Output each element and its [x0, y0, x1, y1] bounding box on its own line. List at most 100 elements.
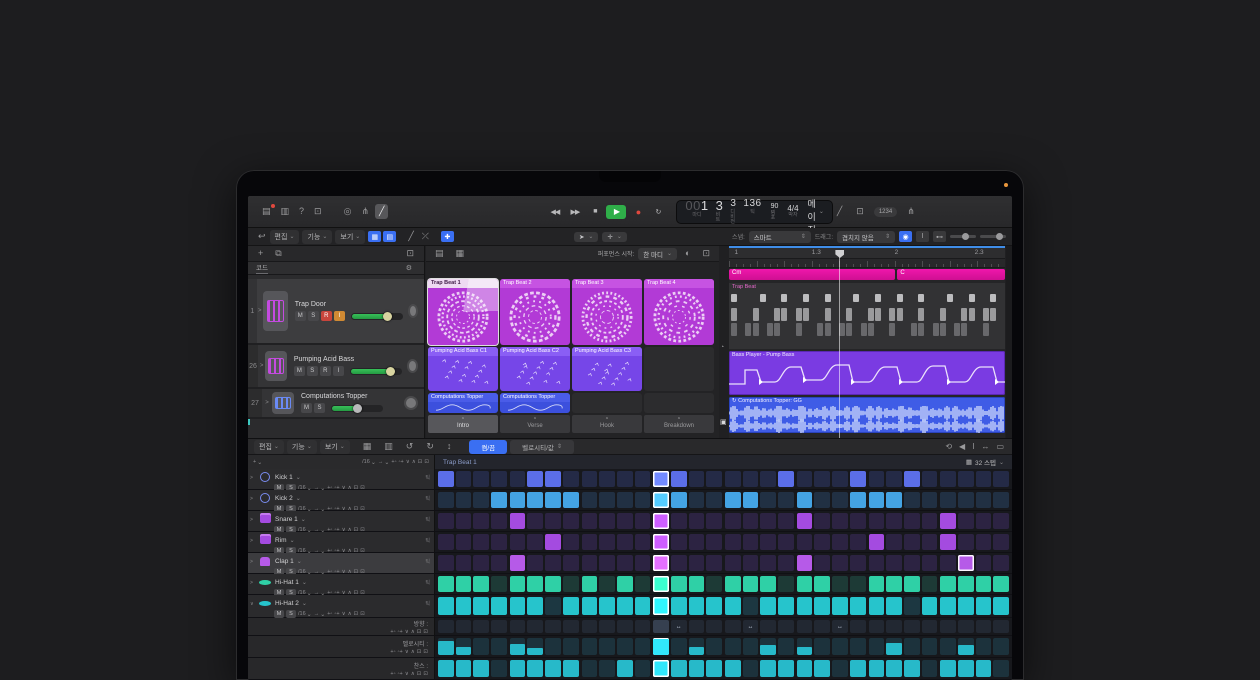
- step-cell[interactable]: [706, 555, 722, 571]
- step-cell[interactable]: [743, 471, 759, 487]
- step-cell[interactable]: [582, 620, 598, 633]
- chord-region-c[interactable]: C: [897, 269, 1005, 280]
- step-cell[interactable]: [653, 660, 669, 677]
- step-cell[interactable]: [689, 597, 705, 615]
- step-cell[interactable]: [510, 471, 526, 487]
- step-cell[interactable]: [491, 620, 507, 633]
- step-cell[interactable]: [922, 576, 938, 592]
- decrement-button[interactable]: ∨: [406, 459, 410, 466]
- step-cell[interactable]: [958, 597, 974, 615]
- chord-region-cm[interactable]: Cm: [729, 269, 895, 280]
- empty-cell[interactable]: [644, 393, 714, 413]
- grid-divide-icon[interactable]: ▦: [452, 246, 469, 261]
- step-cell[interactable]: [976, 555, 992, 571]
- marquee-button[interactable]: ⊷: [933, 231, 946, 242]
- step-cell[interactable]: [797, 638, 813, 655]
- step-cell[interactable]: [527, 620, 543, 633]
- pattern-browser-icon[interactable]: ▦: [359, 439, 376, 454]
- tuning-fork-icon[interactable]: ⋔: [903, 204, 919, 219]
- step-cell[interactable]: [545, 555, 561, 571]
- step-cell[interactable]: [760, 513, 776, 529]
- count-badge[interactable]: 1234: [874, 207, 897, 217]
- step-cell[interactable]: [904, 534, 920, 550]
- step-cell[interactable]: [958, 513, 974, 529]
- step-cell[interactable]: [814, 660, 830, 677]
- step-cell[interactable]: [814, 555, 830, 571]
- disclosure-icon[interactable]: >: [250, 475, 253, 481]
- step-cell[interactable]: [743, 492, 759, 508]
- step-cell[interactable]: [582, 513, 598, 529]
- rotate-left-button[interactable]: +◦: [390, 671, 395, 677]
- toolbar-display-icon[interactable]: ⊡: [310, 204, 326, 219]
- rotate-right-button[interactable]: ◦+: [398, 629, 403, 635]
- region-pump-bass[interactable]: Bass Player - Pump Bass: [729, 351, 1005, 395]
- step-cell[interactable]: [940, 471, 956, 487]
- row-header[interactable]: >Hi-Hat 1⌄틱MS/16⌄→⌄+◦◦+∨∧⊡⊡: [248, 574, 435, 594]
- row-settings-icon[interactable]: ⊡: [417, 649, 422, 655]
- step-cell[interactable]: [922, 638, 938, 655]
- step-cell[interactable]: [993, 660, 1009, 677]
- step-cell[interactable]: [706, 576, 722, 592]
- add-track-button[interactable]: +: [254, 246, 267, 261]
- step-cell[interactable]: [922, 555, 938, 571]
- step-cell[interactable]: [850, 513, 866, 529]
- disclosure-icon[interactable]: ∨: [250, 601, 254, 607]
- step-cell[interactable]: [922, 534, 938, 550]
- right-scroll-strip[interactable]: [1006, 246, 1012, 438]
- disclosure-icon[interactable]: >: [250, 559, 253, 565]
- scene-trigger-hook[interactable]: ⌃Hook: [572, 415, 642, 433]
- step-cell[interactable]: [599, 471, 615, 487]
- step-cell[interactable]: [814, 492, 830, 508]
- increment-button[interactable]: ∧: [411, 629, 415, 635]
- step-cell[interactable]: [778, 555, 794, 571]
- step-cell[interactable]: [725, 513, 741, 529]
- step-cell[interactable]: [904, 513, 920, 529]
- step-cell[interactable]: [814, 638, 830, 655]
- step-cell[interactable]: [778, 471, 794, 487]
- step-cell[interactable]: [904, 620, 920, 633]
- step-cell[interactable]: [635, 620, 651, 633]
- chord-global-track[interactable]: 코드 ⚙: [248, 262, 424, 275]
- step-entry-button[interactable]: ✚: [441, 231, 454, 242]
- panel-corner-icon[interactable]: ⊡: [402, 246, 418, 261]
- lcd-tempo[interactable]: 90템포: [771, 203, 779, 221]
- library-icon[interactable]: ▤: [258, 204, 275, 219]
- step-cell[interactable]: [582, 534, 598, 550]
- grid-view-button[interactable]: ▦: [368, 231, 381, 242]
- step-cell[interactable]: [635, 660, 651, 677]
- step-cell[interactable]: [850, 555, 866, 571]
- step-cell[interactable]: [582, 660, 598, 677]
- step-cell[interactable]: [814, 513, 830, 529]
- step-cell[interactable]: [958, 471, 974, 487]
- step-cell[interactable]: [635, 576, 651, 592]
- step-cell[interactable]: [635, 492, 651, 508]
- step-cell[interactable]: [653, 492, 669, 508]
- disclosure-icon[interactable]: >: [257, 308, 263, 314]
- step-cell[interactable]: [993, 492, 1009, 508]
- step-cell[interactable]: [545, 638, 561, 655]
- step-cell[interactable]: [886, 576, 902, 592]
- step-cell[interactable]: [653, 597, 669, 615]
- step-cell[interactable]: [438, 471, 454, 487]
- disclosure-icon[interactable]: >: [262, 400, 272, 406]
- tab-velocity-value[interactable]: 벨로시티/값⇕: [510, 440, 574, 454]
- step-cell[interactable]: [671, 597, 687, 615]
- step-cell[interactable]: [527, 492, 543, 508]
- step-cell[interactable]: [456, 513, 472, 529]
- increment-button[interactable]: ∧: [411, 671, 415, 677]
- step-cell[interactable]: [869, 576, 885, 592]
- step-cell[interactable]: [797, 555, 813, 571]
- editors-icon[interactable]: ╱: [375, 204, 388, 219]
- disclosure-icon[interactable]: >: [250, 580, 253, 586]
- step-cell[interactable]: [599, 513, 615, 529]
- step-cell[interactable]: [527, 513, 543, 529]
- row-display-icon[interactable]: ⊡: [360, 611, 365, 617]
- subrow-header[interactable]: 찬스 :+◦◦+∨∧⊡⊡: [248, 658, 435, 679]
- step-cell[interactable]: [671, 660, 687, 677]
- step-cell[interactable]: [725, 660, 741, 677]
- step-cell[interactable]: [886, 597, 902, 615]
- step-cell[interactable]: [689, 555, 705, 571]
- step-cell[interactable]: [958, 620, 974, 633]
- step-cell[interactable]: [582, 576, 598, 592]
- step-cell[interactable]: [725, 471, 741, 487]
